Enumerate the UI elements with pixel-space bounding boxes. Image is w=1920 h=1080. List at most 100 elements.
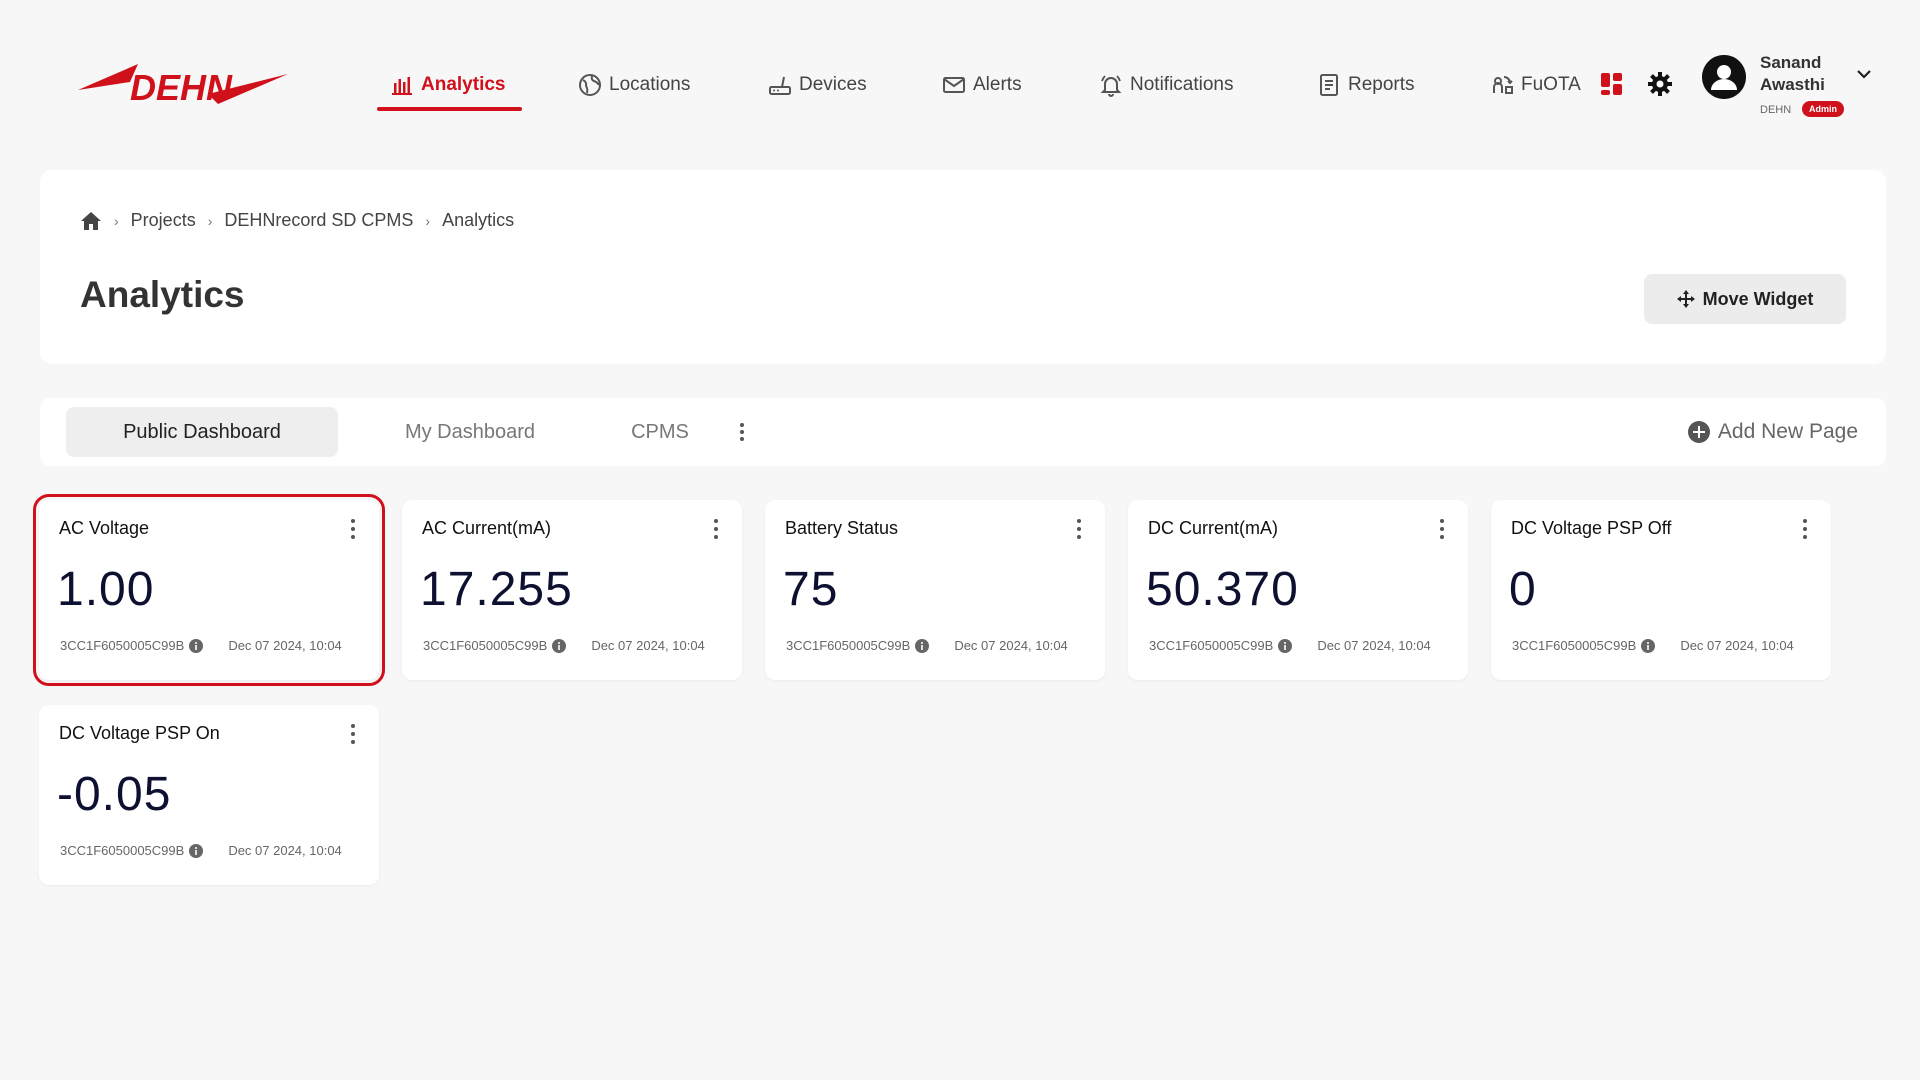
nav-fuota[interactable]: FuOTA bbox=[1490, 70, 1581, 100]
add-circle-icon bbox=[1687, 421, 1710, 443]
tab-public-dashboard[interactable]: Public Dashboard bbox=[66, 407, 338, 457]
user-avatar-icon bbox=[1702, 55, 1746, 99]
add-new-page-button[interactable]: Add New Page bbox=[1687, 420, 1858, 444]
nav-devices-label: Devices bbox=[799, 74, 867, 95]
bell-icon bbox=[1100, 75, 1122, 97]
avatar[interactable] bbox=[1702, 55, 1746, 99]
widget-title: DC Voltage PSP Off bbox=[1511, 518, 1672, 538]
widget-device-id: 3CC1F6050005C99B bbox=[423, 638, 548, 653]
widget-menu-icon[interactable] bbox=[1801, 518, 1809, 540]
widget-value: 75 bbox=[783, 563, 839, 616]
info-icon[interactable] bbox=[1641, 638, 1656, 653]
widget-meta: 3CC1F6050005C99B Dec 07 2024, 10:04 bbox=[423, 638, 705, 653]
user-name: Sanand Awasthi bbox=[1760, 52, 1860, 96]
router-icon bbox=[769, 76, 791, 95]
widget-value: 1.00 bbox=[57, 563, 155, 616]
widget-value: 17.255 bbox=[420, 563, 573, 616]
widget-title: AC Current(mA) bbox=[422, 518, 552, 538]
widget-timestamp: Dec 07 2024, 10:04 bbox=[1317, 638, 1431, 653]
info-icon[interactable] bbox=[1278, 638, 1293, 653]
user-org: DEHN bbox=[1760, 104, 1792, 116]
widget-meta: 3CC1F6050005C99B Dec 07 2024, 10:04 bbox=[1512, 638, 1794, 653]
widget-timestamp: Dec 07 2024, 10:04 bbox=[591, 638, 705, 653]
widget-value: 50.370 bbox=[1146, 563, 1299, 616]
widget-menu-icon[interactable] bbox=[1075, 518, 1083, 540]
firmware-update-icon bbox=[1493, 76, 1513, 94]
widget-device-id: 3CC1F6050005C99B bbox=[60, 638, 185, 653]
widget-menu-icon[interactable] bbox=[712, 518, 720, 540]
widget-menu-icon[interactable] bbox=[349, 518, 357, 540]
nav-notifications[interactable]: Notifications bbox=[1099, 70, 1234, 100]
chevron-down-icon[interactable] bbox=[1854, 64, 1874, 84]
nav-analytics-label: Analytics bbox=[421, 74, 506, 95]
value-widget[interactable]: AC Voltage 1.00 3CC1F6050005C99B Dec 07 … bbox=[33, 494, 385, 686]
value-widget[interactable]: DC Voltage PSP On -0.05 3CC1F6050005C99B… bbox=[39, 705, 379, 885]
move-widget-button[interactable]: Move Widget bbox=[1644, 274, 1846, 324]
bar-chart-icon bbox=[392, 77, 412, 95]
widget-meta: 3CC1F6050005C99B Dec 07 2024, 10:04 bbox=[60, 843, 342, 858]
nav-analytics[interactable]: Analytics bbox=[390, 70, 505, 100]
dehn-logo[interactable]: DEHN bbox=[78, 52, 290, 114]
widget-value: 0 bbox=[1509, 563, 1537, 616]
home-icon[interactable] bbox=[80, 211, 102, 231]
top-navigation: DEHN Analytics Locations Devices Alerts … bbox=[0, 0, 1920, 170]
nav-alerts[interactable]: Alerts bbox=[942, 70, 1022, 100]
nav-reports[interactable]: Reports bbox=[1317, 70, 1415, 100]
info-icon[interactable] bbox=[189, 843, 204, 858]
tab-cpms[interactable]: CPMS bbox=[610, 407, 710, 457]
widget-menu-icon[interactable] bbox=[1438, 518, 1446, 540]
page-header: › Projects › DEHNrecord SD CPMS › Analyt… bbox=[40, 170, 1886, 364]
widget-meta: 3CC1F6050005C99B Dec 07 2024, 10:04 bbox=[786, 638, 1068, 653]
logo-text: DEHN bbox=[130, 67, 233, 108]
widget-timestamp: Dec 07 2024, 10:04 bbox=[954, 638, 1068, 653]
info-icon[interactable] bbox=[915, 638, 930, 653]
value-widget[interactable]: DC Current(mA) 50.370 3CC1F6050005C99B D… bbox=[1128, 500, 1468, 680]
widget-meta: 3CC1F6050005C99B Dec 07 2024, 10:04 bbox=[60, 638, 342, 653]
widget-meta: 3CC1F6050005C99B Dec 07 2024, 10:04 bbox=[1149, 638, 1431, 653]
nav-alerts-label: Alerts bbox=[973, 74, 1022, 95]
widget-title: DC Current(mA) bbox=[1148, 518, 1279, 538]
active-tab-indicator bbox=[377, 107, 522, 111]
user-first-name: Sanand bbox=[1760, 53, 1822, 72]
widget-device-id: 3CC1F6050005C99B bbox=[1512, 638, 1637, 653]
widget-timestamp: Dec 07 2024, 10:04 bbox=[1680, 638, 1794, 653]
nav-notifications-label: Notifications bbox=[1130, 74, 1234, 95]
dashboard-tabs: Public Dashboard My Dashboard CPMS Add N… bbox=[40, 398, 1886, 466]
info-icon[interactable] bbox=[552, 638, 567, 653]
more-vertical-icon[interactable] bbox=[730, 420, 754, 444]
gear-icon[interactable] bbox=[1646, 70, 1674, 98]
report-icon bbox=[1320, 74, 1338, 96]
nav-reports-label: Reports bbox=[1348, 74, 1415, 95]
widget-title: Battery Status bbox=[785, 518, 899, 538]
nav-locations[interactable]: Locations bbox=[578, 70, 690, 100]
widget-title: AC Voltage bbox=[59, 518, 150, 538]
value-widget[interactable]: DC Voltage PSP Off 0 3CC1F6050005C99B De… bbox=[1491, 500, 1831, 680]
widget-timestamp: Dec 07 2024, 10:04 bbox=[228, 638, 342, 653]
value-widget[interactable]: Battery Status 75 3CC1F6050005C99B Dec 0… bbox=[765, 500, 1105, 680]
widget-device-id: 3CC1F6050005C99B bbox=[60, 843, 185, 858]
apps-grid-icon[interactable] bbox=[1598, 70, 1626, 98]
nav-devices[interactable]: Devices bbox=[768, 70, 867, 100]
user-menu[interactable]: Sanand Awasthi DEHN Admin bbox=[1702, 52, 1902, 122]
user-last-name: Awasthi bbox=[1760, 75, 1825, 94]
role-badge: Admin bbox=[1802, 101, 1844, 117]
value-widget[interactable]: AC Current(mA) 17.255 3CC1F6050005C99B D… bbox=[402, 500, 742, 680]
widget-value: -0.05 bbox=[57, 768, 172, 821]
breadcrumb: › Projects › DEHNrecord SD CPMS › Analyt… bbox=[80, 210, 514, 231]
widget-menu-icon[interactable] bbox=[349, 723, 357, 745]
move-widget-label: Move Widget bbox=[1702, 288, 1814, 309]
widget-title: DC Voltage PSP On bbox=[59, 723, 220, 743]
breadcrumb-separator: › bbox=[114, 212, 119, 229]
globe-icon bbox=[579, 74, 601, 96]
widget-device-id: 3CC1F6050005C99B bbox=[786, 638, 911, 653]
tab-my-dashboard[interactable]: My Dashboard bbox=[370, 407, 570, 457]
add-new-page-label: Add New Page bbox=[1717, 420, 1858, 443]
breadcrumb-project[interactable]: DEHNrecord SD CPMS bbox=[224, 210, 413, 231]
info-icon[interactable] bbox=[189, 638, 204, 653]
breadcrumb-separator: › bbox=[207, 212, 213, 229]
nav-locations-label: Locations bbox=[609, 74, 691, 95]
breadcrumb-current: Analytics bbox=[442, 210, 515, 230]
widget-timestamp: Dec 07 2024, 10:04 bbox=[228, 843, 342, 858]
breadcrumb-projects[interactable]: Projects bbox=[131, 210, 196, 231]
move-icon bbox=[1676, 290, 1695, 308]
